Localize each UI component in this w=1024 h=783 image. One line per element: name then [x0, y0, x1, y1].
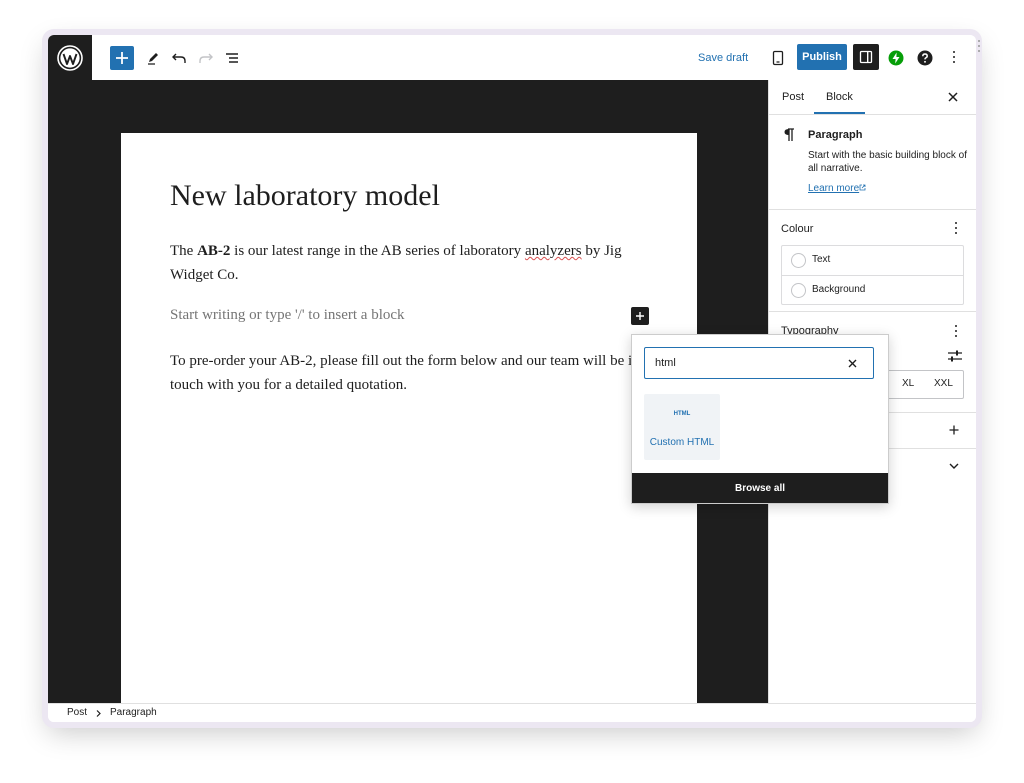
- custom-html-block-option[interactable]: HTML Custom HTML: [644, 394, 720, 460]
- chevron-down-icon[interactable]: [949, 463, 959, 470]
- block-card: Paragraph Start with the basic building …: [769, 115, 976, 210]
- block-search: [644, 347, 874, 379]
- background-colour-option[interactable]: Background: [782, 275, 963, 305]
- learn-more-label: Learn more: [808, 183, 860, 194]
- size-option-xxl[interactable]: XXL: [934, 378, 953, 389]
- list-view-button[interactable]: [220, 46, 244, 70]
- paragraph-text: is our latest range in the AB series of …: [230, 243, 525, 259]
- sidebar-tabs: Post Block: [769, 80, 976, 115]
- colour-swatch: [791, 253, 806, 268]
- undo-icon: [172, 53, 186, 63]
- misspelled-word: analyzers: [524, 243, 582, 259]
- paragraph-text: The: [170, 243, 198, 259]
- jetpack-button[interactable]: [884, 46, 908, 70]
- clear-search-button[interactable]: [845, 356, 859, 370]
- document-page: New laboratory model The AB-2 is our lat…: [121, 133, 697, 703]
- empty-block-placeholder[interactable]: Start writing or type '/' to insert a bl…: [170, 307, 405, 324]
- plus-icon[interactable]: [949, 425, 959, 435]
- html-icon: HTML: [673, 411, 691, 417]
- redo-icon: [199, 53, 213, 63]
- breadcrumb-post[interactable]: Post: [67, 707, 87, 718]
- post-title[interactable]: New laboratory model: [170, 179, 440, 213]
- help-button[interactable]: [913, 46, 937, 70]
- editor-window: Save draft Publish New laboratory model …: [48, 35, 976, 722]
- text-colour-label: Text: [812, 254, 831, 265]
- list-view-icon: [226, 53, 238, 63]
- close-icon: [848, 359, 856, 367]
- paragraph-block[interactable]: To pre-order your AB-2, please fill out …: [170, 349, 645, 397]
- colour-swatch: [791, 283, 806, 298]
- tab-post[interactable]: Post: [782, 80, 804, 114]
- settings-button[interactable]: [853, 44, 879, 70]
- colour-options-icon[interactable]: [953, 222, 959, 236]
- browse-all-button[interactable]: Browse all: [632, 473, 888, 503]
- chevron-right-icon: [96, 710, 101, 717]
- colour-heading: Colour: [781, 223, 814, 235]
- block-search-input[interactable]: [655, 348, 835, 377]
- sidebar-toggle-icon: [859, 50, 873, 64]
- tablet-icon: [772, 50, 784, 66]
- block-inserter-popover: HTML Custom HTML Browse all: [631, 334, 889, 504]
- pilcrow-icon: [784, 128, 794, 141]
- typography-options-icon[interactable]: [953, 325, 959, 339]
- close-sidebar-button[interactable]: [945, 89, 961, 105]
- plus-icon: [636, 312, 644, 320]
- colour-settings: Text Background: [781, 245, 964, 305]
- pencil-icon: [148, 53, 158, 65]
- wordpress-logo-icon[interactable]: [48, 35, 92, 80]
- block-description: Start with the basic building block of a…: [808, 150, 967, 174]
- save-draft-button[interactable]: Save draft: [698, 47, 748, 69]
- learn-more-link[interactable]: Learn more: [808, 183, 866, 194]
- breadcrumb: Post Paragraph: [48, 703, 976, 722]
- plus-icon: [116, 52, 128, 64]
- add-block-button[interactable]: [110, 46, 134, 70]
- more-vertical-icon[interactable]: [951, 51, 957, 65]
- preview-button[interactable]: [766, 46, 790, 70]
- breadcrumb-paragraph[interactable]: Paragraph: [110, 707, 157, 718]
- redo-button[interactable]: [194, 46, 218, 70]
- close-icon: [948, 92, 958, 102]
- publish-button[interactable]: Publish: [797, 44, 847, 70]
- external-link-icon: [859, 184, 866, 191]
- size-option-xl[interactable]: XL: [902, 378, 914, 389]
- editor-toolbar: Save draft Publish: [48, 35, 976, 81]
- paragraph-block[interactable]: The AB-2 is our latest range in the AB s…: [170, 239, 640, 287]
- jetpack-bolt-icon: [888, 50, 904, 66]
- undo-button[interactable]: [167, 46, 191, 70]
- help-icon: [917, 50, 933, 66]
- tab-block[interactable]: Block: [814, 80, 865, 114]
- bold-text: AB-2: [197, 243, 231, 259]
- text-colour-option[interactable]: Text: [782, 246, 963, 275]
- custom-html-label: Custom HTML: [649, 437, 715, 448]
- sliders-icon[interactable]: [947, 349, 963, 363]
- background-colour-label: Background: [812, 284, 866, 295]
- window-scroll-handle: [976, 40, 982, 54]
- block-name: Paragraph: [808, 129, 863, 141]
- tools-button[interactable]: [141, 46, 165, 70]
- inline-inserter-button[interactable]: [631, 307, 649, 325]
